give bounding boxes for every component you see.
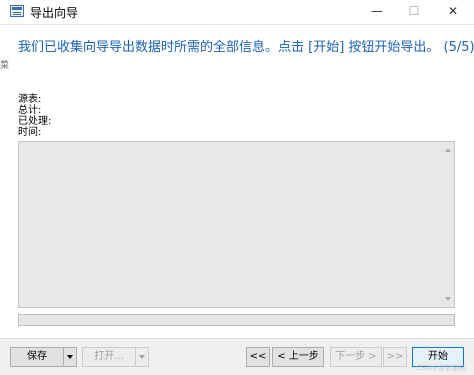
dropdown-arrow-icon bbox=[67, 355, 73, 359]
export-progress-bar bbox=[18, 314, 455, 326]
minimize-icon[interactable]: — bbox=[360, 0, 394, 24]
export-log-box[interactable] bbox=[18, 141, 455, 308]
last-step-button[interactable]: >> bbox=[383, 347, 407, 367]
close-icon[interactable]: ✕ bbox=[436, 0, 470, 24]
next-step-button[interactable]: 下一步 > bbox=[330, 347, 382, 367]
scroll-up-icon[interactable] bbox=[445, 148, 451, 152]
previous-step-button[interactable]: < 上一步 bbox=[272, 347, 324, 367]
open-button[interactable]: 打开... bbox=[82, 347, 136, 367]
app-window-icon bbox=[10, 5, 24, 17]
open-dropdown-button[interactable] bbox=[135, 347, 149, 367]
export-wizard-window: 导出向导 — ☐ ✕ 菜 我们已收集向导导出数据时所需的全部信息。点击 [开始]… bbox=[0, 0, 474, 375]
log-scrollbar[interactable] bbox=[442, 142, 454, 307]
first-step-button[interactable]: << bbox=[246, 347, 270, 367]
window-title: 导出向导 bbox=[30, 6, 79, 20]
save-dropdown-button[interactable] bbox=[63, 347, 77, 367]
scroll-down-icon[interactable] bbox=[445, 297, 451, 301]
footer-bar: 保存 打开... << < 上一步 下一步 > >> 开始 CSDN @梦游云 bbox=[0, 338, 474, 375]
watermark: CSDN @梦游云 bbox=[415, 364, 466, 372]
dropdown-arrow-icon bbox=[139, 355, 145, 359]
time-label: 时间: bbox=[18, 127, 42, 138]
wizard-instruction: 我们已收集向导导出数据时所需的全部信息。点击 [开始] 按钮开始导出。 (5/5… bbox=[18, 40, 474, 55]
title-bar[interactable]: 导出向导 — ☐ ✕ bbox=[0, 0, 474, 25]
maximize-icon[interactable]: ☐ bbox=[397, 0, 431, 24]
save-button[interactable]: 保存 bbox=[10, 347, 64, 367]
background-edge-text: 菜 bbox=[0, 61, 10, 71]
